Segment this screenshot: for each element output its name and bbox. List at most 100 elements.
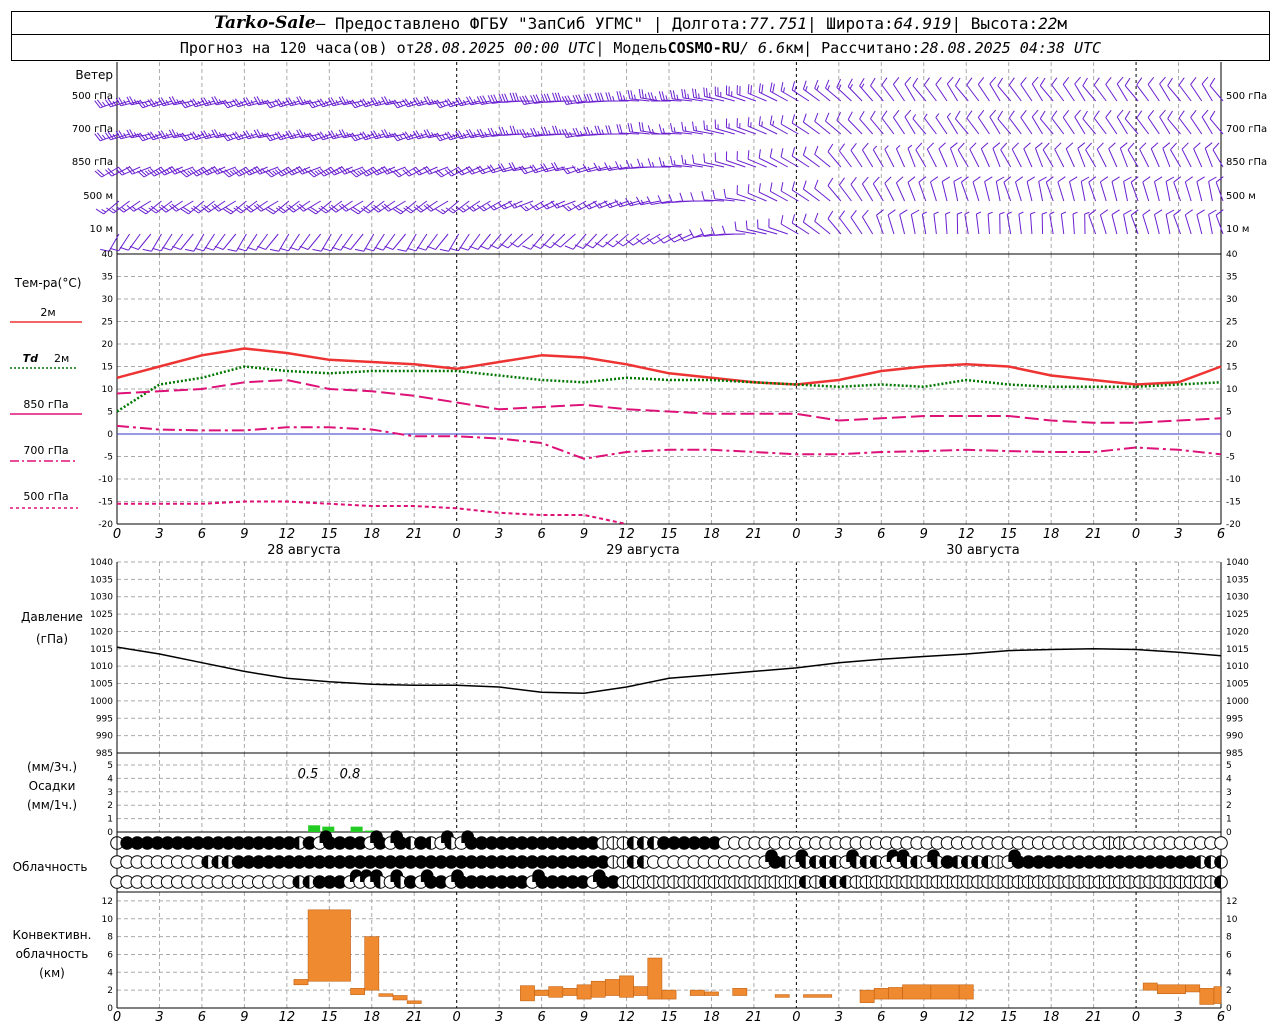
precip-tick-label-right: 3: [1226, 788, 1232, 798]
convective-cloud-bar: [534, 989, 549, 996]
wind-barb: [692, 154, 714, 168]
hour-tick-label: 15: [661, 527, 678, 542]
wind-barb: [747, 84, 767, 102]
wind-barb: [1184, 209, 1193, 235]
pressure-tick-label: 1040: [90, 558, 113, 568]
hour-tick-label-bottom: 3: [495, 1010, 503, 1024]
wind-barb: [692, 88, 714, 102]
temp-tick-label: 15: [102, 363, 113, 373]
wind-barb: [214, 233, 237, 250]
conv-tick-label: 6: [107, 950, 113, 960]
wind-barb: [975, 211, 982, 235]
wind-barb: [989, 76, 1001, 102]
wind-barb: [692, 121, 714, 135]
pressure-tick-label: 990: [96, 732, 113, 742]
pressure-tick-label: 1000: [90, 697, 113, 707]
wind-barb: [1162, 142, 1171, 168]
wind-barb: [1096, 142, 1107, 168]
wind-level-label-right: 500 м: [1226, 191, 1256, 202]
wind-barb: [1150, 142, 1160, 168]
temp-tick-label-right: 5: [1226, 408, 1232, 418]
wind-barb: [594, 233, 619, 248]
wind-barb: [364, 233, 385, 252]
wind-barb: [769, 182, 789, 202]
wind-barb: [1054, 142, 1065, 168]
conv-tick-label: 10: [102, 915, 114, 925]
hour-tick-label: 0: [792, 527, 800, 542]
wind-barb: [1201, 76, 1213, 102]
wind-barb: [1154, 209, 1163, 235]
wind-barb: [1165, 176, 1175, 202]
wind-barb: [769, 115, 789, 135]
wind-barb: [723, 188, 746, 202]
convective-cloud-bar: [307, 909, 351, 982]
wind-barb: [1088, 176, 1097, 202]
wind-barb: [247, 233, 269, 251]
wind-barb: [342, 233, 364, 250]
wind-barb: [725, 151, 746, 168]
conv-tick-label-right: 10: [1226, 915, 1238, 925]
wind-barb: [960, 176, 969, 202]
wind-barb: [926, 142, 937, 168]
wind-barb: [574, 233, 598, 250]
wind-barb: [977, 109, 990, 135]
wind-barb: [509, 233, 534, 248]
temp-tick-label: -10: [98, 475, 113, 485]
wind-barb: [1116, 76, 1128, 102]
wind-level-label-right: 850 гПа: [1226, 157, 1267, 168]
wind-barb: [1173, 209, 1182, 235]
wind-barb: [980, 142, 990, 168]
precip-tick-label: 3: [107, 788, 113, 798]
hour-tick-label-bottom: 0: [1132, 1010, 1140, 1024]
wind-barb: [847, 78, 863, 102]
hour-tick-label-bottom: 12: [279, 1010, 296, 1024]
wind-barb: [949, 142, 959, 168]
wind-barb: [972, 176, 981, 202]
wind-barb: [162, 233, 184, 251]
wind-barb: [757, 219, 778, 235]
convective-cloud-bar: [704, 991, 719, 996]
wind-barb: [109, 233, 131, 252]
wind-barb: [1099, 209, 1109, 235]
wind-barb: [416, 233, 438, 251]
wind-barb: [946, 76, 959, 102]
pressure-tick-label: 1025: [90, 610, 113, 620]
wind-barb: [904, 109, 916, 135]
wind-barb: [670, 89, 693, 102]
precip-tick-label-right: 4: [1226, 774, 1232, 784]
wind-barb: [881, 110, 895, 135]
temp-tick-label: 10: [102, 385, 114, 395]
convective-cloud-bar: [732, 988, 748, 996]
wind-barb: [1147, 109, 1160, 135]
wind-barb: [892, 76, 905, 102]
wind-barb: [1127, 142, 1139, 168]
wind-barb: [1123, 176, 1132, 202]
wind-barb: [1074, 76, 1086, 102]
hour-tick-label-bottom: 6: [198, 1010, 206, 1024]
conv-tick-label: 4: [107, 968, 113, 978]
convective-cloud-bar: [392, 995, 408, 1001]
wind-barb: [119, 233, 141, 251]
wind-barb: [129, 233, 152, 250]
wind-barb: [923, 113, 937, 135]
wind-barb: [977, 76, 990, 102]
wind-barb: [360, 200, 385, 214]
wind-barb: [1196, 176, 1205, 202]
wind-barb: [861, 176, 874, 202]
convective-cloud-bar: [406, 1000, 422, 1004]
precip-tick-label-right: 5: [1226, 761, 1232, 771]
wind-barb: [859, 110, 874, 135]
pressure-tick-label: 985: [96, 749, 113, 759]
wind-barb: [956, 211, 963, 235]
hour-tick-label-bottom: 15: [661, 1010, 678, 1024]
hour-tick-label-bottom: 3: [1174, 1010, 1182, 1024]
wind-barb: [1088, 209, 1097, 235]
wind-barb: [1105, 109, 1118, 135]
convective-cloud-bar: [930, 984, 960, 1000]
wind-barb: [374, 233, 396, 251]
conv-tick-label: 2: [107, 986, 113, 996]
conv-tick-label-right: 0: [1226, 1004, 1232, 1014]
wind-barb: [289, 233, 311, 251]
wind-barb: [1049, 211, 1055, 235]
pressure-tick-label-right: 1025: [1226, 610, 1249, 620]
